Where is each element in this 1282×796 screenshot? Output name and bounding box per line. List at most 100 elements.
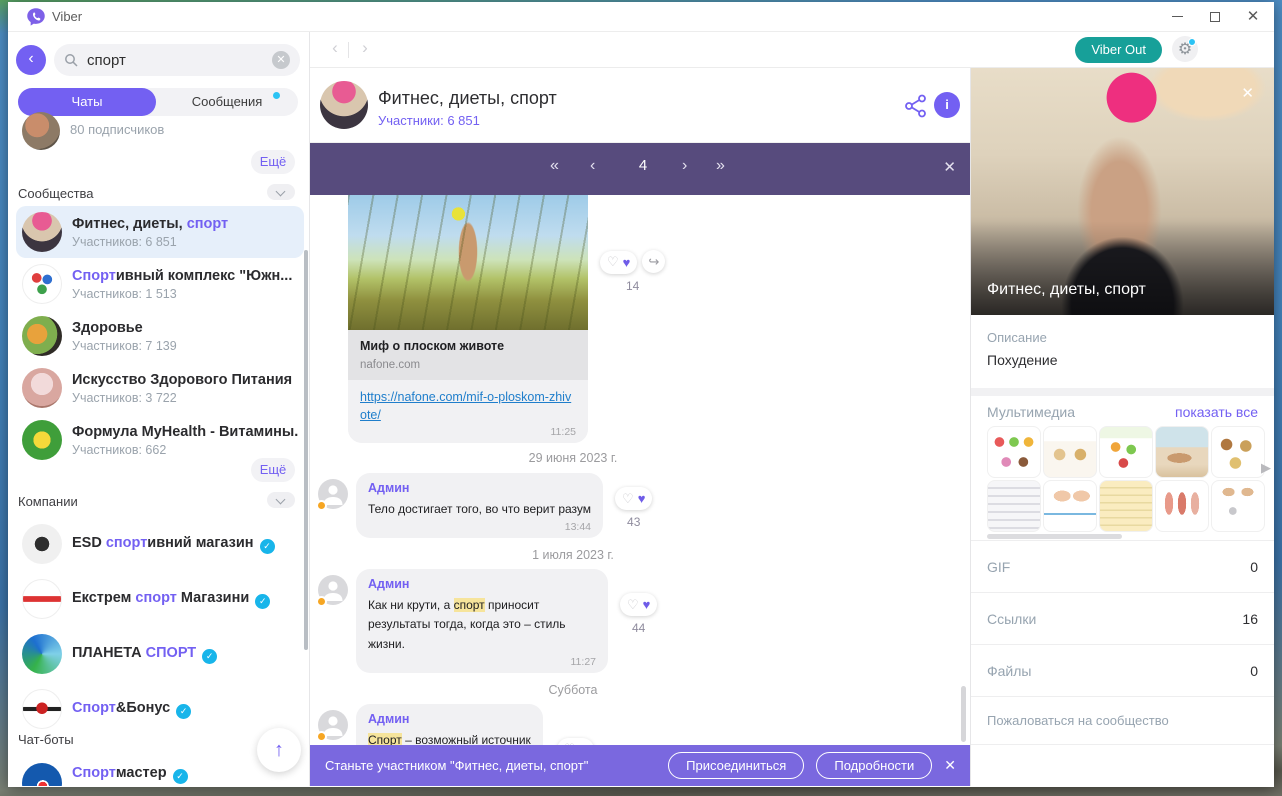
info-row[interactable]: GIF 0: [971, 540, 1274, 592]
highlighted-match: спорт: [186, 215, 229, 232]
join-banner: Станьте участником "Фитнес, диеты, спорт…: [310, 745, 970, 786]
join-button[interactable]: Присоединиться: [668, 752, 805, 779]
unread-dot: [273, 92, 280, 99]
fish-slices-thumb[interactable]: [1155, 480, 1209, 532]
message-list: Миф о плоском животе nafone.com https://…: [310, 195, 970, 745]
show-all-link[interactable]: показать все: [1175, 404, 1258, 420]
chat-members-link[interactable]: Участники: 6 851: [378, 113, 480, 128]
chat-list-item[interactable]: ESD спортивний магазин ✓: [16, 520, 304, 568]
share-icon[interactable]: [903, 93, 929, 119]
plank-photo-thumb[interactable]: [1155, 426, 1209, 478]
search-back-button[interactable]: ‹: [16, 45, 46, 75]
media-scroll-right-icon[interactable]: ▶: [1261, 460, 1271, 476]
info-row-label: Ссылки: [987, 610, 1037, 627]
highlighted-match: Спорт: [72, 765, 116, 781]
chat-list-item[interactable]: Искусство Здорового Питания Участников: 3…: [16, 362, 304, 414]
media-scrollbar[interactable]: [987, 534, 1122, 539]
food-collage-thumb[interactable]: [987, 426, 1041, 478]
chat-title: Фитнес, диеты, спорт: [378, 88, 557, 108]
chat-avatar[interactable]: [320, 81, 368, 129]
last-result-button[interactable]: »: [716, 157, 725, 175]
details-button[interactable]: Подробности: [816, 752, 933, 779]
sender-avatar[interactable]: [316, 575, 348, 608]
text-segment: Как ни крути, а: [368, 598, 454, 613]
yellow-note-thumb[interactable]: [1099, 480, 1153, 532]
panel-footer: [971, 744, 1274, 786]
text-note-thumb[interactable]: [987, 480, 1041, 532]
search-input[interactable]: спорт ✕: [54, 44, 300, 76]
exercise-chart-thumb[interactable]: [1211, 480, 1265, 532]
chat-item-subtitle: Участников: 662: [72, 442, 167, 457]
message-bubble[interactable]: Админ Спорт – возможный источник: [356, 703, 543, 745]
chat-scrollbar[interactable]: [961, 686, 966, 742]
collapse-companies-button[interactable]: [267, 492, 295, 508]
close-banner-icon[interactable]: ✕: [944, 757, 956, 774]
chat-item-title: Спорт&Бонус ✓: [72, 700, 298, 719]
close-window-button[interactable]: ✕: [1236, 2, 1270, 31]
chat-list-item[interactable]: Спортивный комплекс "Южн... Участников: 1…: [16, 258, 304, 310]
verified-badge-icon: ✓: [255, 593, 271, 609]
heart-outline-icon: ♡: [607, 254, 619, 269]
viber-out-button[interactable]: Viber Out: [1075, 37, 1162, 63]
chat-item-title: Формула MyHealth - Витамины...: [72, 424, 298, 440]
first-result-button[interactable]: «: [550, 157, 559, 175]
more-button[interactable]: Ещё: [251, 458, 295, 482]
info-row[interactable]: Файлы 0: [971, 644, 1274, 696]
chat-item-title: Здоровье: [72, 320, 298, 336]
more-button[interactable]: Ещё: [251, 150, 295, 174]
admin-badge-icon: [316, 500, 327, 511]
chat-list-item[interactable]: Спорт&Бонус ✓: [16, 685, 304, 733]
reaction-count: 14: [626, 278, 640, 293]
reaction-count: 43: [627, 515, 641, 529]
body-diagram-thumb[interactable]: [1043, 480, 1097, 532]
reaction-pill[interactable]: ♡♥: [600, 250, 638, 274]
heart-outline-icon: ♡: [622, 490, 634, 506]
section-header-chatbots: Чат-боты: [18, 732, 74, 747]
reaction-pill[interactable]: ♡♥: [620, 593, 658, 617]
sender-avatar[interactable]: [316, 709, 348, 742]
chat-list-item[interactable]: Здоровье Участников: 7 139: [16, 310, 304, 362]
scroll-to-top-button[interactable]: ↑: [257, 728, 301, 772]
sender-avatar[interactable]: [316, 479, 348, 511]
forward-icon[interactable]: ↪: [642, 250, 666, 273]
next-result-button[interactable]: ›: [682, 157, 687, 175]
message-search-bar: « ‹ 4 › » ✕: [310, 143, 970, 195]
history-back-button[interactable]: ‹: [324, 38, 346, 58]
message-bubble[interactable]: Админ Тело достигает того, во что верит …: [356, 473, 604, 539]
title-segment: Магазини: [176, 589, 250, 606]
viber-logo-icon: [27, 8, 45, 26]
chat-list-item[interactable]: Фитнес, диеты, спорт Участников: 6 851: [16, 206, 304, 258]
chat-list-item[interactable]: ПЛАНЕТА СПОРТ ✓: [16, 630, 304, 678]
link-preview-card[interactable]: Миф о плоском животе nafone.com https://…: [348, 195, 588, 443]
chat-list-item[interactable]: Екстрем спорт Магазини ✓: [16, 575, 304, 623]
reaction-pill[interactable]: ♡♥: [615, 487, 653, 510]
title-segment: Искусство Здорового Питания: [72, 371, 293, 388]
prev-result-button[interactable]: ‹: [590, 157, 595, 175]
sender-name: Админ: [368, 481, 410, 495]
sidebar-scrollbar[interactable]: [304, 250, 308, 650]
history-forward-button[interactable]: ›: [354, 38, 376, 58]
chat-list-item-partial[interactable]: 80 подписчиков: [22, 112, 302, 152]
close-search-icon[interactable]: ✕: [943, 158, 956, 176]
message-bubble[interactable]: Админ Как ни крути, а спорт приносит рез…: [356, 569, 608, 673]
message-link[interactable]: https://nafone.com/mif-o-ploskom-zhivote…: [360, 390, 571, 422]
clear-search-icon[interactable]: ✕: [272, 51, 290, 69]
date-separator: 29 июня 2023 г.: [528, 451, 618, 465]
minimize-button[interactable]: [1160, 2, 1194, 31]
info-button[interactable]: i: [934, 92, 960, 118]
reaction-count: 44: [632, 621, 646, 636]
reaction-pill[interactable]: ♡♥: [556, 737, 595, 745]
verified-badge-icon: ✓: [202, 648, 218, 664]
maximize-button[interactable]: [1198, 2, 1232, 31]
zamenyat-infographic-thumb[interactable]: [1043, 426, 1097, 478]
collapse-communities-button[interactable]: [267, 184, 295, 200]
close-panel-icon[interactable]: ✕: [1241, 84, 1254, 102]
report-community-button[interactable]: Пожаловаться на сообщество: [971, 696, 1274, 744]
info-row[interactable]: Ссылки 16: [971, 592, 1274, 644]
info-row-value: 0: [1250, 662, 1258, 679]
verified-badge-icon: ✓: [176, 703, 192, 719]
food-guide-thumb[interactable]: [1211, 426, 1265, 478]
food-chart-thumb[interactable]: [1099, 426, 1153, 478]
close-icon: ✕: [1246, 8, 1260, 25]
settings-button[interactable]: ⚙: [1172, 36, 1198, 62]
